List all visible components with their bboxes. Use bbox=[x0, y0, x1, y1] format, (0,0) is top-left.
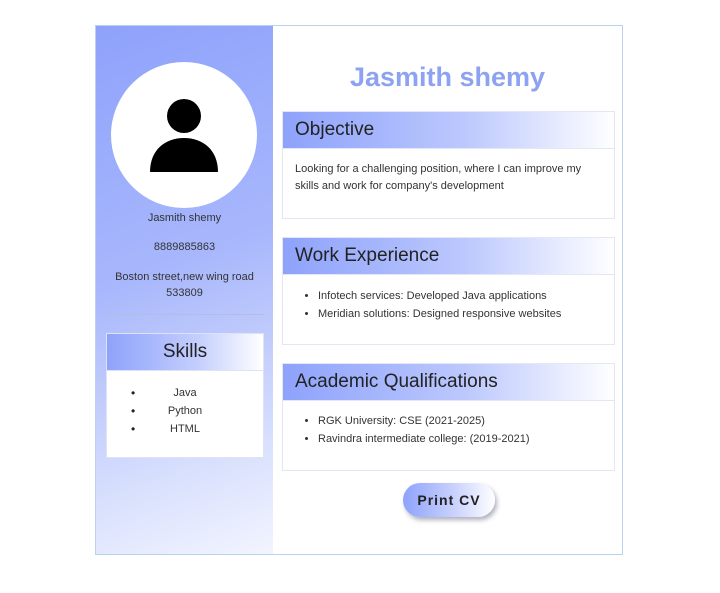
academic-heading: Academic Qualifications bbox=[283, 364, 614, 401]
print-cv-button[interactable]: Print CV bbox=[403, 483, 495, 517]
work-experience-heading: Work Experience bbox=[283, 238, 614, 275]
academic-section: Academic Qualifications RGK University: … bbox=[282, 363, 615, 471]
skill-item: Python bbox=[107, 402, 263, 420]
sidebar-divider bbox=[106, 314, 264, 315]
cv-main: Jasmith shemy Objective Looking for a ch… bbox=[273, 26, 622, 554]
objective-section: Objective Looking for a challenging posi… bbox=[282, 111, 615, 219]
work-experience-section: Work Experience Infotech services: Devel… bbox=[282, 237, 615, 345]
list-item: Meridian solutions: Designed responsive … bbox=[318, 305, 602, 323]
list-item: Ravindra intermediate college: (2019-202… bbox=[318, 430, 602, 448]
skills-heading: Skills bbox=[107, 334, 263, 371]
list-item: RGK University: CSE (2021-2025) bbox=[318, 412, 602, 430]
cv-sidebar: Jasmith shemy 8889885863 Boston street,n… bbox=[96, 26, 273, 554]
skill-item: Java bbox=[107, 384, 263, 402]
user-silhouette-icon bbox=[150, 99, 218, 172]
work-experience-body: Infotech services: Developed Java applic… bbox=[283, 275, 614, 323]
work-experience-list: Infotech services: Developed Java applic… bbox=[295, 287, 602, 323]
academic-body: RGK University: CSE (2021-2025) Ravindra… bbox=[283, 401, 614, 448]
cv-title: Jasmith shemy bbox=[349, 62, 546, 92]
profile-address: Boston street,new wing road 533809 bbox=[115, 271, 254, 299]
list-item: Infotech services: Developed Java applic… bbox=[318, 287, 602, 305]
objective-text: Looking for a challenging position, wher… bbox=[295, 163, 582, 192]
profile-phone: 8889885863 bbox=[153, 241, 216, 253]
academic-list: RGK University: CSE (2021-2025) Ravindra… bbox=[295, 412, 602, 448]
skill-item: HTML bbox=[107, 420, 263, 438]
skills-card: Skills Java Python HTML bbox=[106, 333, 264, 458]
profile-name: Jasmith shemy bbox=[147, 212, 222, 224]
cv-container: Jasmith shemy 8889885863 Boston street,n… bbox=[95, 25, 623, 555]
avatar bbox=[111, 62, 257, 208]
skills-list: Java Python HTML bbox=[107, 371, 263, 438]
objective-heading: Objective bbox=[283, 112, 614, 149]
